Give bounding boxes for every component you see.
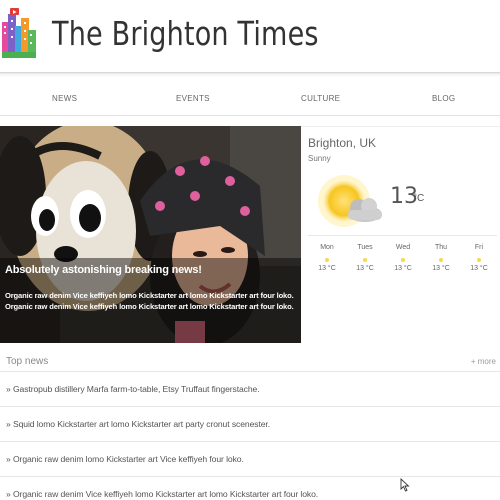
forecast-sun-icon bbox=[363, 258, 367, 262]
weather-condition: Sunny bbox=[308, 154, 331, 163]
forecast-temp-thu: 13 °C bbox=[432, 265, 450, 272]
top-news-header: Top news + more bbox=[0, 350, 500, 372]
top-news-title: Top news bbox=[6, 356, 49, 367]
city-skyline-logo-icon[interactable] bbox=[2, 8, 36, 58]
forecast-day-mon: Mon bbox=[320, 244, 334, 251]
forecast-day-thu: Thu bbox=[434, 244, 448, 251]
nav-item-blog[interactable]: BLOG bbox=[432, 94, 455, 103]
sun-cloud-icon bbox=[318, 175, 382, 227]
forecast-day-fri: Fri bbox=[474, 244, 484, 251]
forecast-temp-fri: 13 °C bbox=[470, 265, 488, 272]
forecast-day-tue: Tues bbox=[357, 244, 373, 251]
site-title[interactable]: The Brighton Times bbox=[52, 14, 319, 53]
nav-item-events[interactable]: EVENTS bbox=[176, 94, 210, 103]
weather-city: Brighton, UK bbox=[308, 136, 377, 150]
forecast-sun-icon bbox=[439, 258, 443, 262]
weather-widget: Brighton, UK Sunny 13 °C Mon 13 °C Tues … bbox=[301, 126, 500, 343]
hero-headline[interactable]: Absolutely astonishing breaking news! bbox=[5, 264, 202, 276]
news-item-text[interactable]: » Organic raw denim Vice keffiyeh lomo K… bbox=[6, 489, 318, 499]
news-list-item[interactable]: » Organic raw denim Vice keffiyeh lomo K… bbox=[0, 477, 500, 500]
hero-text: Organic raw denim Vice keffiyeh lomo Kic… bbox=[5, 291, 294, 311]
weather-unit: °C bbox=[413, 193, 425, 204]
news-list-item[interactable]: » Squid lomo Kickstarter art lomo Kickst… bbox=[0, 407, 500, 442]
mouse-cursor-icon bbox=[400, 478, 410, 492]
main-nav: NEWS EVENTS CULTURE BLOG bbox=[0, 84, 500, 116]
forecast-temp-wed: 13 °C bbox=[394, 265, 412, 272]
news-list-item[interactable]: » Organic raw denim lomo Kickstarter art… bbox=[0, 442, 500, 477]
news-list-item[interactable]: » Gastropub distillery Marfa farm-to-tab… bbox=[0, 372, 500, 407]
forecast-temp-mon: 13 °C bbox=[318, 265, 336, 272]
forecast-sun-icon bbox=[477, 258, 481, 262]
more-link[interactable]: + more bbox=[471, 357, 496, 366]
forecast-day-wed: Wed bbox=[395, 244, 411, 251]
news-item-text[interactable]: » Squid lomo Kickstarter art lomo Kickst… bbox=[6, 419, 270, 429]
forecast-sun-icon bbox=[401, 258, 405, 262]
nav-item-culture[interactable]: CULTURE bbox=[301, 94, 340, 103]
header-shadow-divider bbox=[0, 72, 500, 77]
site-header: The Brighton Times bbox=[0, 0, 500, 72]
forecast-sun-icon bbox=[325, 258, 329, 262]
weather-divider bbox=[308, 235, 497, 236]
forecast-temp-tue: 13 °C bbox=[356, 265, 374, 272]
nav-item-news[interactable]: NEWS bbox=[52, 94, 77, 103]
news-item-text[interactable]: » Gastropub distillery Marfa farm-to-tab… bbox=[6, 384, 260, 394]
news-item-text[interactable]: » Organic raw denim lomo Kickstarter art… bbox=[6, 454, 244, 464]
